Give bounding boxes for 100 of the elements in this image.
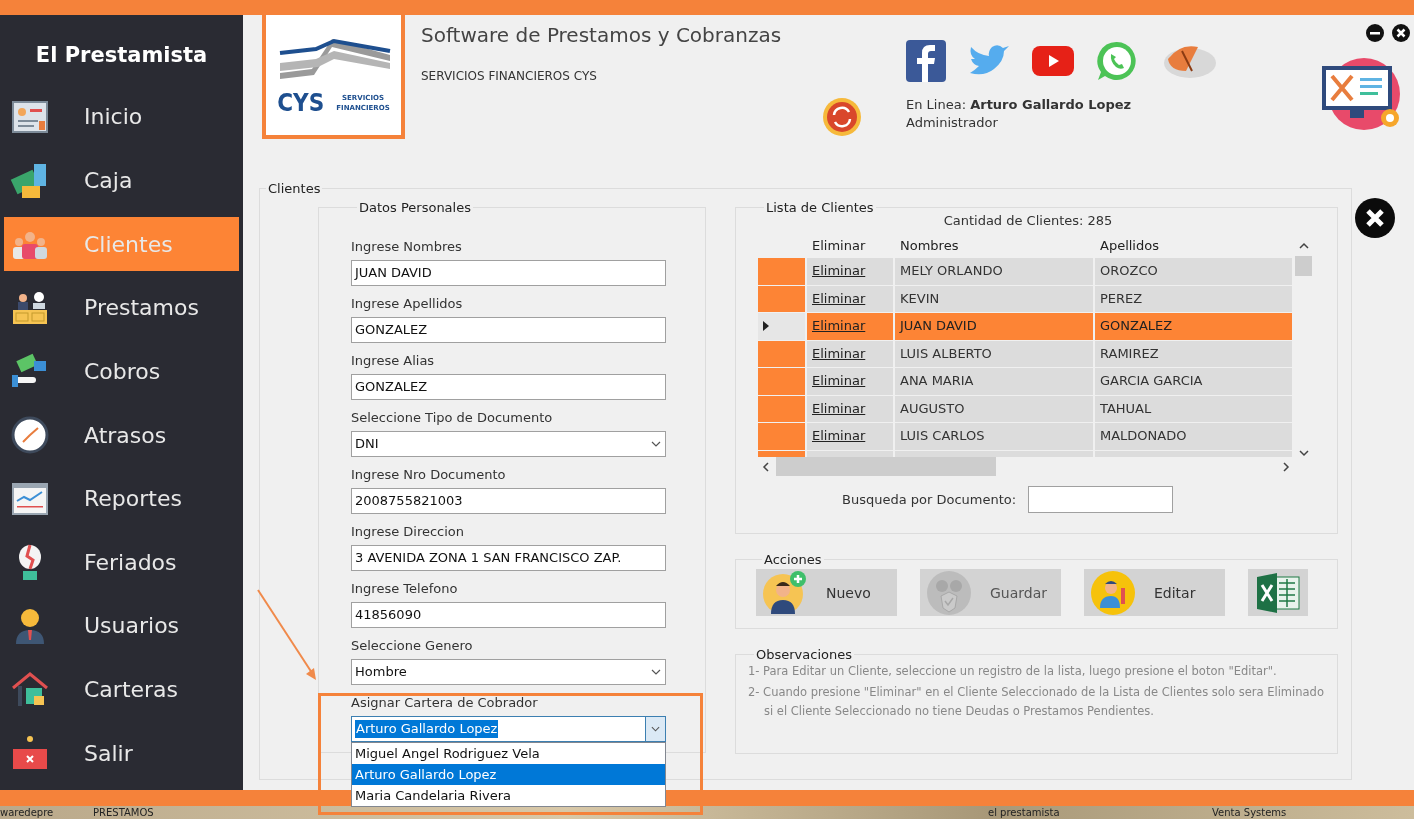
- nav-item[interactable]: Caja: [4, 153, 239, 208]
- group-title: Lista de Clientes: [765, 200, 875, 215]
- text-field[interactable]: 41856090: [351, 602, 666, 628]
- taskbar-item[interactable]: Venta Systems: [1212, 806, 1287, 819]
- nav-item[interactable]: Cobros: [4, 344, 239, 399]
- table-cell: PEREZ: [1095, 285, 1294, 313]
- person-pencil-icon: [1090, 569, 1136, 616]
- table-row[interactable]: Eliminar LUIS CARLOS MALDONADO: [758, 423, 1294, 451]
- edit-button[interactable]: Editar: [1084, 569, 1225, 616]
- field-label: Seleccione Genero: [351, 637, 474, 655]
- dropdown-option[interactable]: Miguel Angel Rodriguez Vela: [352, 743, 665, 764]
- nav-item[interactable]: Reportes: [4, 471, 239, 526]
- desk-icon: [13, 291, 47, 324]
- nav-item[interactable]: Feriados: [4, 535, 239, 590]
- online-user: En Linea: Arturo Gallardo Lopez: [906, 97, 1133, 112]
- close-icon[interactable]: [1355, 198, 1395, 238]
- scroll-thumb[interactable]: [1295, 256, 1312, 276]
- table-cell: LUIS CARLOS: [895, 423, 1095, 451]
- chart-icon: [12, 482, 48, 515]
- table-cell: KEVIN: [895, 285, 1095, 313]
- field-label: Seleccione Tipo de Documento: [351, 409, 554, 427]
- new-button[interactable]: Nuevo: [756, 569, 897, 616]
- search-field[interactable]: [1028, 486, 1174, 513]
- dropdown-option[interactable]: Arturo Gallardo Lopez: [352, 764, 665, 785]
- scroll-right-icon[interactable]: [1282, 461, 1290, 472]
- nav-item[interactable]: Usuarios: [4, 599, 239, 653]
- table-cell: MELY ORLANDO: [895, 258, 1095, 286]
- excel-button[interactable]: [1248, 569, 1308, 616]
- table-row[interactable]: Eliminar ANA MARIA GARCIA GARCIA: [758, 368, 1294, 396]
- text-field[interactable]: JUAN DAVID: [351, 260, 666, 286]
- dropdown-field[interactable]: Hombre: [351, 659, 666, 685]
- field-label: Ingrese Nombres: [351, 238, 463, 256]
- app-heading: Software de Prestamos y Cobranzas: [421, 23, 783, 47]
- app-subtitle: SERVICIOS FINANCIEROS CYS: [421, 69, 598, 83]
- dropdown-field[interactable]: Arturo Gallardo Lopez: [351, 716, 666, 742]
- group-title: Acciones: [763, 552, 823, 567]
- scroll-down-icon[interactable]: [1298, 449, 1309, 457]
- user-role: Administrador: [906, 115, 999, 130]
- people-icon: [13, 232, 47, 260]
- play-icon[interactable]: [1032, 46, 1074, 76]
- close-icon[interactable]: [1392, 24, 1410, 42]
- cash-icon: [10, 164, 46, 199]
- field-label: Ingrese Telefono: [351, 580, 459, 598]
- field-label: Ingrese Apellidos: [351, 295, 464, 313]
- taskbar-item[interactable]: waredepre: [0, 806, 54, 819]
- minimize-icon[interactable]: [1366, 24, 1384, 42]
- table-cell: GARCIA GARCIA: [1095, 368, 1294, 396]
- scroll-thumb[interactable]: [776, 457, 996, 476]
- field-label: Asignar Cartera de Cobrador: [351, 694, 539, 712]
- nav-item[interactable]: Prestamos: [4, 280, 239, 335]
- taskbar-item[interactable]: el prestamista: [988, 806, 1060, 819]
- chevron-down-icon: [651, 669, 661, 675]
- logo-mark: CYS: [277, 89, 325, 117]
- nav-item[interactable]: Atrasos: [4, 408, 239, 462]
- chevron-down-icon: [645, 717, 665, 741]
- nav-item[interactable]: Inicio: [4, 90, 239, 144]
- monitor-tools-icon[interactable]: [1320, 56, 1400, 132]
- table-row[interactable]: Eliminar JUAN DAVID GONZALEZ: [758, 313, 1294, 341]
- taskbar-item[interactable]: PRESTAMOS: [93, 806, 154, 819]
- refresh-icon[interactable]: [822, 97, 862, 137]
- scroll-up-icon[interactable]: [1298, 242, 1309, 250]
- field-label: Ingrese Nro Documento: [351, 466, 507, 484]
- search-label: Busqueda por Documento:: [842, 492, 1017, 507]
- chevron-down-icon: [651, 441, 661, 447]
- text-field[interactable]: GONZALEZ: [351, 317, 666, 343]
- app-title: El Prestamista: [34, 42, 209, 69]
- nav-item[interactable]: Salir: [4, 726, 239, 781]
- person-plus-icon: [762, 569, 808, 616]
- dropdown-field[interactable]: DNI: [351, 431, 666, 457]
- group-title: Clientes: [267, 181, 322, 196]
- observation-note: 2- Cuando presione "Eliminar" en el Cliente Seleccionado de la Lista de Clientes solo sera Eliminado si el Cliente Seleccionado no tiene Deudas o Prestamos Pendientes.: [748, 684, 1325, 720]
- table-row[interactable]: Eliminar KEVIN PEREZ: [758, 285, 1294, 313]
- table-row[interactable]: Eliminar AUGUSTO TAHUAL: [758, 395, 1294, 423]
- dropdown-option[interactable]: Maria Candelaria Rivera: [352, 785, 665, 806]
- table-cell: LUIS ALBERTO: [895, 340, 1095, 368]
- table-cell: JUAN DAVID: [895, 313, 1095, 341]
- table-cell: TAHUAL: [1095, 395, 1294, 423]
- text-field[interactable]: 2008755821003: [351, 488, 666, 514]
- text-field[interactable]: 3 AVENIDA ZONA 1 SAN FRANCISCO ZAP.: [351, 545, 666, 571]
- observation-note: 1- Para Editar un Cliente, seleccione un registro de la lista, luego presione el boton "Editar".: [748, 663, 1278, 680]
- table-cell: ANA MARIA: [895, 368, 1095, 396]
- table-cell: MALDONADO: [1095, 423, 1294, 451]
- table-cell: OROZCO: [1095, 258, 1294, 286]
- table-row[interactable]: Eliminar LUIS ALBERTO RAMIREZ: [758, 340, 1294, 368]
- group-title: Observaciones: [755, 647, 853, 662]
- table-row[interactable]: Eliminar MELY ORLANDO OROZCO: [758, 258, 1294, 286]
- text-field[interactable]: GONZALEZ: [351, 374, 666, 400]
- group-title: Datos Personales: [358, 200, 472, 215]
- facebook-icon[interactable]: [906, 40, 946, 82]
- table-cell: AUGUSTO: [895, 395, 1095, 423]
- exit-box-icon: [13, 736, 47, 770]
- spreadsheet-icon: [1255, 572, 1301, 613]
- row-pointer-icon: [763, 321, 769, 332]
- house-icon: [12, 671, 48, 706]
- table-cell: RAMIREZ: [1095, 340, 1294, 368]
- nav-item[interactable]: Carteras: [4, 662, 239, 717]
- id-card-icon: [12, 100, 48, 133]
- hot-air-balloon-icon: [19, 544, 41, 581]
- scroll-left-icon[interactable]: [762, 461, 770, 472]
- people-shield-icon: [926, 569, 972, 616]
